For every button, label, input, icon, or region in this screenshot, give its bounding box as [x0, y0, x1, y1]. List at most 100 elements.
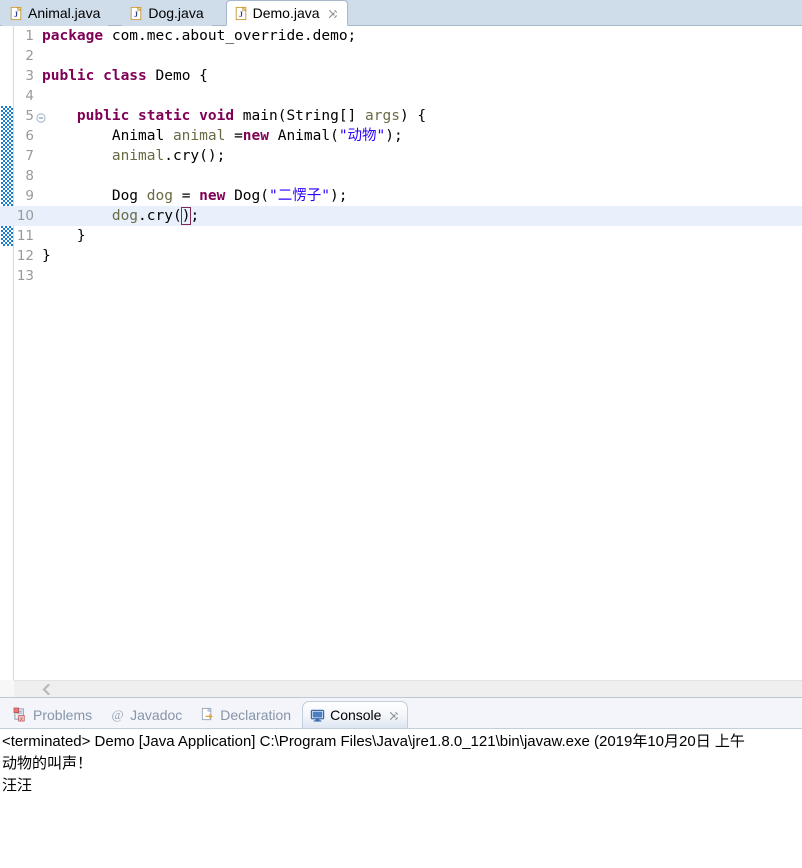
- editor-tab-animal-java[interactable]: J Animal.java: [2, 0, 109, 26]
- code-token: .cry();: [164, 148, 226, 164]
- code-line-text: }: [42, 246, 51, 266]
- code-token: dog: [111, 208, 139, 224]
- code-line[interactable]: 10 dog.cry();: [0, 206, 802, 226]
- code-token: );: [385, 128, 403, 144]
- code-token: "二愣子": [269, 188, 330, 204]
- java-file-icon: J: [129, 6, 143, 21]
- code-token: );: [329, 188, 348, 204]
- code-line[interactable]: 13: [0, 266, 802, 286]
- code-line[interactable]: 7 animal.cry();: [0, 146, 802, 166]
- code-editor[interactable]: 1 package com.mec.about_override.demo; 2 3 p…: [0, 26, 802, 697]
- line-number: 10: [16, 208, 34, 224]
- line-number: 5: [25, 108, 34, 124]
- console-line: <terminated> Demo [Java Application] C:\…: [2, 733, 745, 750]
- code-line[interactable]: 8: [0, 166, 802, 186]
- code-line[interactable]: 4: [0, 86, 802, 106]
- panel-tab-problems[interactable]: x Problems: [6, 701, 99, 728]
- code-token: Dog(: [234, 188, 269, 204]
- code-token: "动物": [338, 128, 386, 144]
- code-line[interactable]: 11 }: [0, 226, 802, 246]
- code-line[interactable]: 2: [0, 46, 802, 66]
- svg-text:J: J: [239, 10, 243, 19]
- code-line[interactable]: 3 public class Demo {: [0, 66, 802, 86]
- code-token: ;: [190, 208, 200, 224]
- code-token: .cry(: [138, 208, 182, 224]
- code-token: Dog: [42, 188, 147, 204]
- code-line[interactable]: 12}: [0, 246, 802, 266]
- code-line-text: package com.mec.about_override.demo;: [42, 26, 356, 46]
- line-number: 12: [16, 248, 34, 264]
- editor-corner: [0, 680, 14, 697]
- code-line-text: animal.cry();: [42, 146, 226, 166]
- code-token: =: [181, 188, 200, 204]
- code-token: new: [199, 188, 235, 204]
- panel-tab-label: Javadoc: [130, 706, 183, 723]
- panel-tab-javadoc[interactable]: @ Javadoc: [103, 701, 189, 728]
- panel-tab-label: Declaration: [220, 706, 292, 723]
- console-line: 汪汪: [2, 777, 33, 794]
- editor-horizontal-scrollbar[interactable]: [14, 680, 802, 697]
- code-line-text: dog.cry();: [42, 206, 199, 226]
- panel-tab-declaration[interactable]: Declaration: [193, 701, 298, 728]
- editor-tab-demo-java[interactable]: J Demo.java: [225, 0, 348, 26]
- code-token: ) {: [399, 108, 427, 124]
- panel-tab-label: Problems: [33, 706, 93, 723]
- java-file-icon: J: [9, 6, 23, 21]
- code-token: animal: [172, 128, 235, 144]
- code-line[interactable]: 9 Dog dog = new Dog("二愣子");: [0, 186, 802, 206]
- eclipse-ide-window: J Animal.java J Dog.java J Demo.java 1 package…: [0, 0, 802, 868]
- bottom-panel-tab-strip: x Problems @ Javadoc Declaration Console: [0, 698, 802, 728]
- line-number: 6: [25, 128, 34, 144]
- java-file-icon: J: [234, 6, 248, 21]
- svg-text:x: x: [20, 716, 23, 722]
- close-icon[interactable]: [388, 709, 400, 721]
- line-number: 7: [25, 148, 34, 164]
- bottom-panel: x Problems @ Javadoc Declaration Console <ter…: [0, 697, 802, 868]
- panel-tab-label: Console: [330, 707, 382, 723]
- line-number: 4: [25, 88, 34, 104]
- panel-tab-console[interactable]: Console: [302, 701, 409, 728]
- svg-text:J: J: [134, 10, 138, 19]
- svg-text:@: @: [112, 707, 124, 722]
- code-token: com.mec.about_override.demo;: [111, 28, 357, 44]
- code-token: Animal: [42, 128, 173, 144]
- chevron-left-icon[interactable]: [38, 681, 55, 697]
- code-token: main(String[]: [242, 108, 366, 124]
- code-line[interactable]: 5 public static void main(String[] args)…: [0, 106, 802, 126]
- javadoc-icon: @: [110, 707, 125, 722]
- console-output[interactable]: <terminated> Demo [Java Application] C:\…: [0, 728, 802, 868]
- console-icon: [310, 708, 325, 723]
- code-token: }: [42, 228, 86, 244]
- code-token: args: [365, 108, 400, 124]
- code-token: }: [42, 248, 51, 264]
- code-token: new: [242, 128, 278, 144]
- editor-tab-strip: J Animal.java J Dog.java J Demo.java: [0, 0, 802, 26]
- console-line: 动物的叫声！: [2, 755, 93, 772]
- line-number: 2: [25, 48, 34, 64]
- editor-tab-dog-java[interactable]: J Dog.java: [122, 0, 212, 26]
- code-line-text: Dog dog = new Dog("二愣子");: [42, 186, 348, 206]
- editor-tab-label: Dog.java: [148, 4, 204, 21]
- editor-tab-label: Demo.java: [252, 4, 320, 21]
- svg-text:J: J: [14, 10, 18, 19]
- code-line-text: Animal animal =new Animal("动物");: [42, 126, 403, 146]
- code-text-area[interactable]: 1 package com.mec.about_override.demo; 2 3 p…: [0, 26, 802, 286]
- line-number: 11: [16, 228, 34, 244]
- code-token: =: [234, 128, 243, 144]
- line-number: 13: [16, 268, 34, 284]
- code-token: animal: [111, 148, 165, 164]
- code-token: dog: [146, 188, 182, 204]
- editor-tab-label: Animal.java: [28, 4, 101, 21]
- code-line-text: public class Demo {: [42, 66, 208, 86]
- line-number: 8: [25, 168, 34, 184]
- code-line[interactable]: 1 package com.mec.about_override.demo;: [0, 26, 802, 46]
- code-token: Demo {: [155, 68, 208, 84]
- code-line[interactable]: 6 Animal animal =new Animal("动物");: [0, 126, 802, 146]
- code-token: Animal(: [277, 128, 339, 144]
- code-token: package: [42, 28, 112, 44]
- close-icon[interactable]: [327, 7, 339, 19]
- line-number: 1: [25, 28, 34, 44]
